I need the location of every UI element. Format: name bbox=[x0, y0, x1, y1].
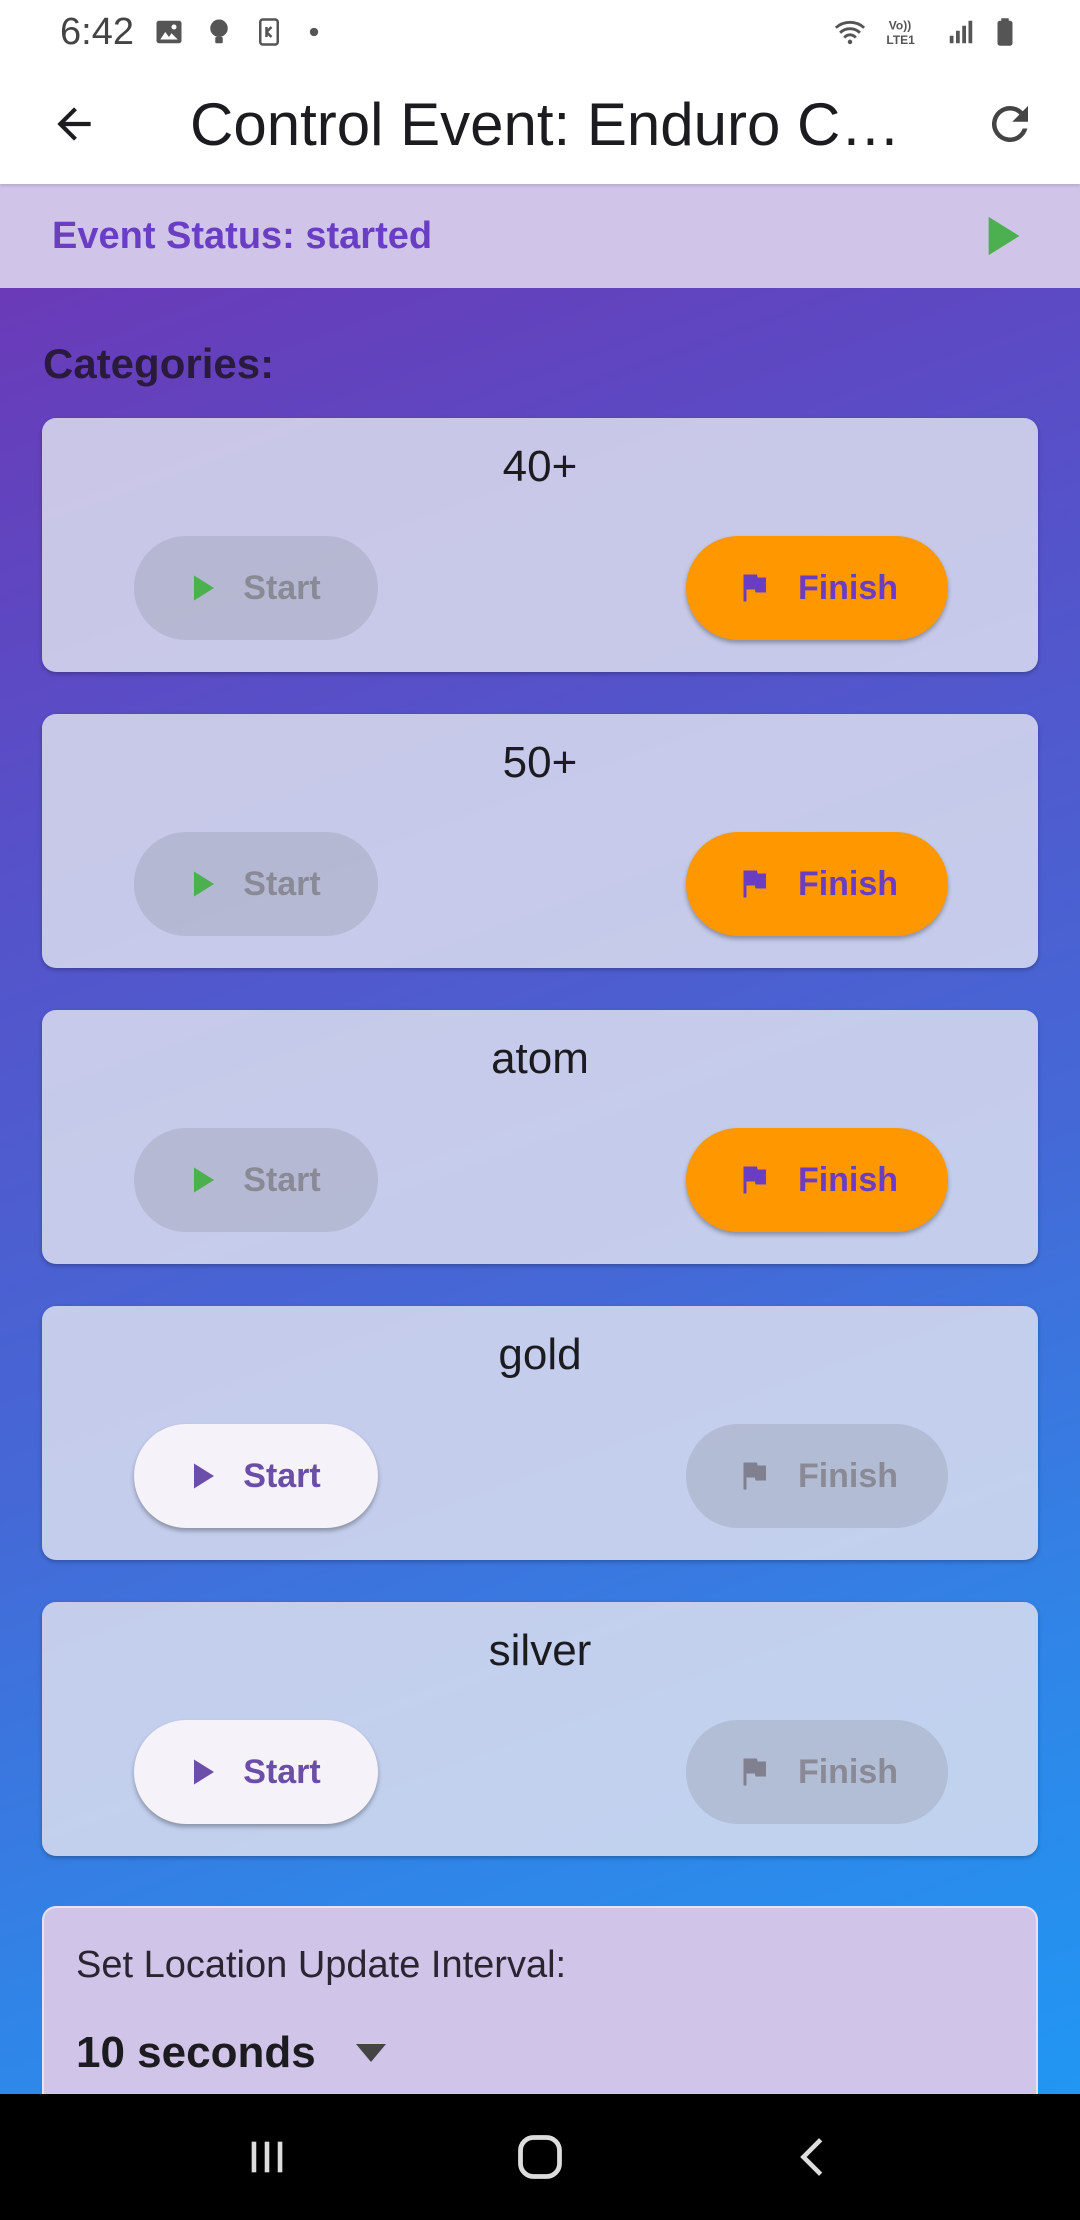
volte-icon: Vo))LTE1 bbox=[886, 19, 915, 47]
back-button[interactable] bbox=[34, 84, 114, 164]
k-icon bbox=[258, 18, 279, 46]
interval-label: Set Location Update Interval: bbox=[76, 1944, 567, 1986]
flag-icon bbox=[743, 1758, 766, 1786]
finish-label: Finish bbox=[797, 1160, 899, 1199]
nav-back-button[interactable] bbox=[768, 2112, 858, 2202]
category-name: 50+ bbox=[502, 738, 578, 787]
category-card: gold Start Finish bbox=[42, 1306, 1038, 1560]
category-name: silver bbox=[488, 1626, 592, 1675]
arrow-left-icon bbox=[57, 107, 91, 141]
recents-icon bbox=[251, 2141, 282, 2173]
svg-text:LTE1: LTE1 bbox=[886, 33, 915, 47]
refresh-icon bbox=[991, 105, 1028, 142]
status-time: 6:42 bbox=[60, 10, 134, 53]
play-icon bbox=[194, 1759, 215, 1785]
flag-icon bbox=[743, 1462, 766, 1490]
main-content[interactable]: Categories: 40+ Start Finish 50+ Start Finish… bbox=[0, 288, 1080, 2094]
finish-label: Finish bbox=[797, 1752, 899, 1791]
battery-icon bbox=[997, 18, 1013, 46]
play-icon bbox=[194, 1463, 215, 1489]
location-interval-card: Set Location Update Interval: 10 seconds bbox=[42, 1906, 1038, 2094]
home-button[interactable] bbox=[495, 2112, 585, 2202]
category-card: 40+ Start Finish bbox=[42, 418, 1038, 672]
start-label: Start bbox=[243, 1160, 321, 1199]
wifi-icon bbox=[834, 20, 866, 45]
home-icon bbox=[518, 2135, 562, 2179]
finish-button[interactable]: Finish bbox=[686, 1424, 948, 1528]
interval-value: 10 seconds bbox=[76, 2028, 316, 2077]
category-name: gold bbox=[498, 1330, 582, 1379]
category-name: 40+ bbox=[502, 442, 578, 491]
play-icon bbox=[194, 575, 215, 601]
start-label: Start bbox=[243, 864, 321, 903]
play-icon bbox=[988, 216, 1020, 256]
finish-button[interactable]: Finish bbox=[686, 1128, 948, 1232]
app-bar: Control Event: Enduro Championship bbox=[0, 64, 1080, 184]
finish-label: Finish bbox=[797, 568, 899, 607]
finish-button[interactable]: Finish bbox=[686, 832, 948, 936]
flag-icon bbox=[743, 574, 766, 602]
event-play-button[interactable] bbox=[974, 206, 1034, 266]
system-nav-bar bbox=[0, 2094, 1080, 2220]
start-button[interactable]: Start bbox=[134, 1128, 378, 1232]
start-label: Start bbox=[243, 1456, 321, 1495]
finish-label: Finish bbox=[797, 864, 899, 903]
refresh-button[interactable] bbox=[970, 84, 1050, 164]
bulb-icon bbox=[210, 19, 228, 44]
event-status-bar: Event Status: started bbox=[0, 184, 1080, 288]
play-icon bbox=[194, 1167, 215, 1193]
event-status-text: Event Status: started bbox=[52, 214, 433, 257]
start-button[interactable]: Start bbox=[134, 1720, 378, 1824]
flag-icon bbox=[743, 870, 766, 898]
start-button[interactable]: Start bbox=[134, 536, 378, 640]
dot-icon bbox=[309, 27, 319, 37]
finish-button[interactable]: Finish bbox=[686, 536, 948, 640]
flag-icon bbox=[743, 1166, 766, 1194]
finish-button[interactable]: Finish bbox=[686, 1720, 948, 1824]
status-bar: 6:42 Vo)) LTE1 bbox=[0, 0, 1080, 64]
dropdown-arrow-icon bbox=[355, 2044, 386, 2062]
play-icon bbox=[194, 871, 215, 897]
finish-label: Finish bbox=[797, 1456, 899, 1495]
image-icon bbox=[156, 20, 182, 44]
svg-text:Vo)): Vo)) bbox=[889, 19, 911, 33]
start-label: Start bbox=[243, 1752, 321, 1791]
signal-icon bbox=[949, 20, 973, 44]
recents-button[interactable] bbox=[222, 2112, 312, 2202]
categories-heading: Categories: bbox=[43, 340, 275, 387]
start-button[interactable]: Start bbox=[134, 832, 378, 936]
category-card: atom Start Finish bbox=[42, 1010, 1038, 1264]
start-label: Start bbox=[243, 568, 321, 607]
category-card: 50+ Start Finish bbox=[42, 714, 1038, 968]
category-card: silver Start Finish bbox=[42, 1602, 1038, 1856]
start-button[interactable]: Start bbox=[134, 1424, 378, 1528]
page-title: Control Event: Enduro Championship bbox=[190, 90, 910, 158]
back-nav-icon bbox=[800, 2138, 823, 2176]
category-name: atom bbox=[491, 1034, 589, 1083]
interval-dropdown[interactable]: 10 seconds bbox=[76, 2028, 386, 2078]
